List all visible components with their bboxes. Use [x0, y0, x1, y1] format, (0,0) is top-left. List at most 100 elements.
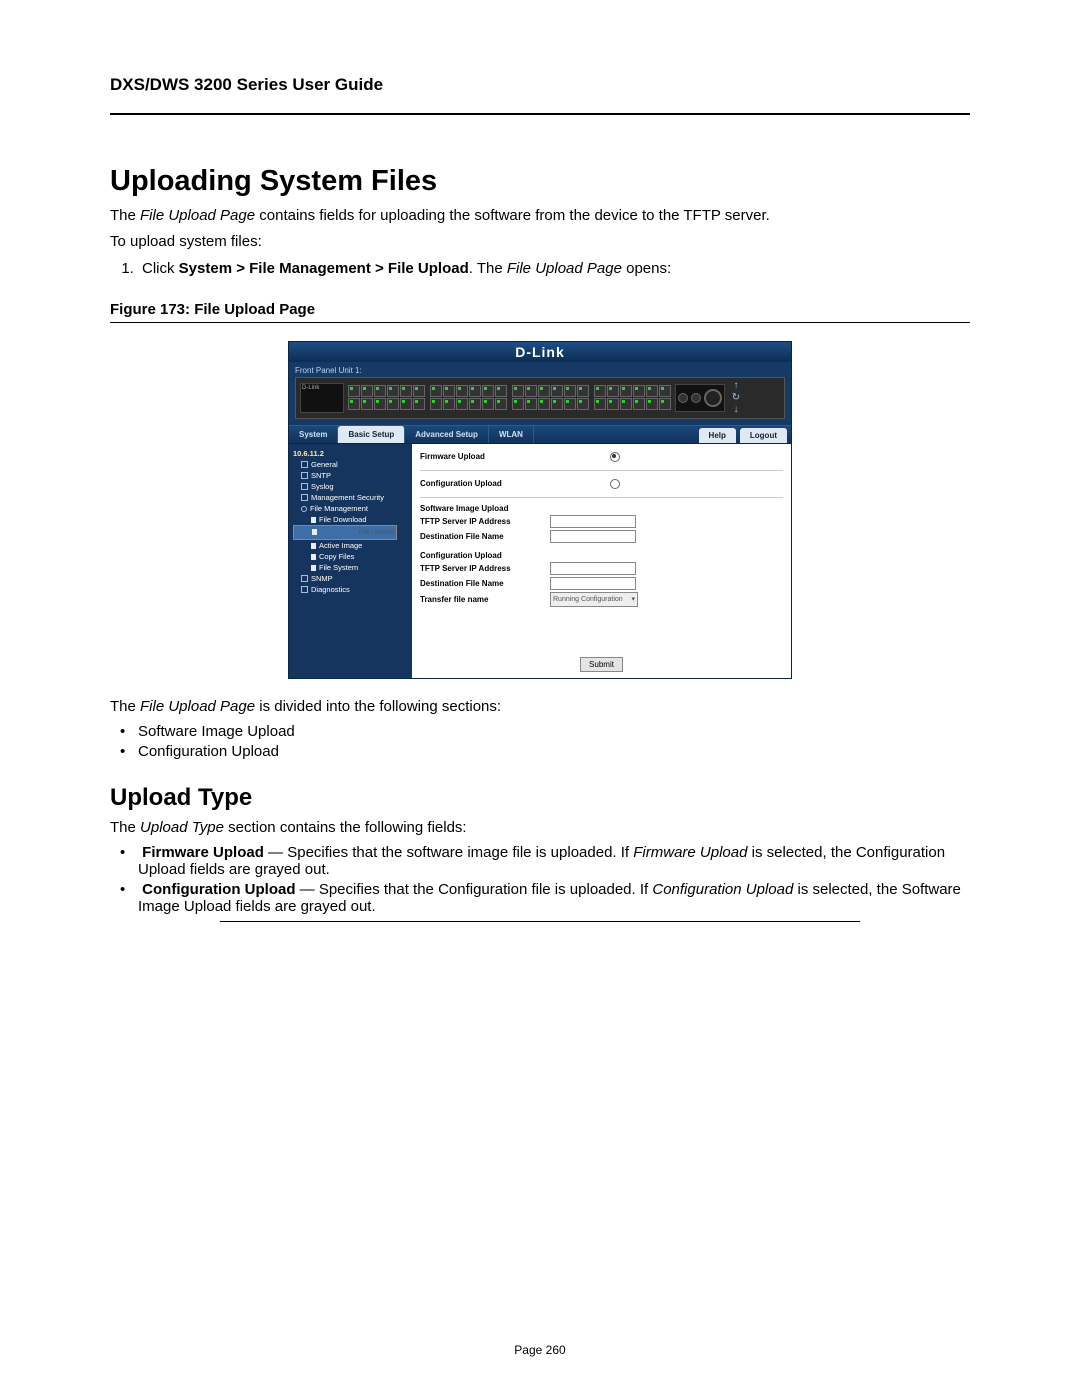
- ethernet-port[interactable]: [456, 385, 468, 397]
- switch-panel: D-Link ↑ ↻ ↓: [295, 377, 785, 419]
- tree-item[interactable]: General: [293, 459, 408, 470]
- ethernet-port[interactable]: [400, 385, 412, 397]
- arrow-down-icon[interactable]: ↓: [734, 405, 739, 415]
- tab-wlan[interactable]: WLAN: [489, 426, 534, 443]
- text: opens:: [622, 260, 671, 277]
- ethernet-port[interactable]: [620, 398, 632, 410]
- ethernet-port[interactable]: [495, 385, 507, 397]
- tab-advanced-setup[interactable]: Advanced Setup: [405, 426, 489, 443]
- ethernet-port[interactable]: [633, 398, 645, 410]
- tree-item[interactable]: Diagnostics: [293, 584, 408, 595]
- ethernet-port[interactable]: [607, 385, 619, 397]
- submit-button[interactable]: Submit: [580, 657, 623, 672]
- ethernet-port[interactable]: [512, 385, 524, 397]
- ethernet-port[interactable]: [430, 385, 442, 397]
- ethernet-port[interactable]: [577, 385, 589, 397]
- tree-item[interactable]: File System: [293, 562, 408, 573]
- refresh-icon[interactable]: ↻: [732, 393, 740, 403]
- ethernet-port[interactable]: [538, 398, 550, 410]
- ethernet-port[interactable]: [413, 398, 425, 410]
- folder-icon: [301, 483, 308, 490]
- ethernet-port[interactable]: [633, 385, 645, 397]
- input-tftp-ip-cfg[interactable]: [550, 562, 636, 575]
- aux-button[interactable]: [691, 393, 701, 403]
- ethernet-port[interactable]: [564, 385, 576, 397]
- ethernet-port[interactable]: [374, 398, 386, 410]
- text-emph: Configuration Upload: [652, 881, 793, 898]
- panel-arrows[interactable]: ↑ ↻ ↓: [729, 381, 743, 415]
- aux-button[interactable]: [678, 393, 688, 403]
- tree-root-ip[interactable]: 10.6.11.2: [293, 448, 408, 459]
- tree-item[interactable]: SNMP: [293, 573, 408, 584]
- radio-firmware-upload[interactable]: [610, 452, 620, 462]
- input-destfile-sw[interactable]: [550, 530, 636, 543]
- ethernet-port[interactable]: [430, 398, 442, 410]
- ethernet-port[interactable]: [348, 398, 360, 410]
- ethernet-port[interactable]: [469, 385, 481, 397]
- ethernet-port[interactable]: [551, 398, 563, 410]
- ethernet-port[interactable]: [620, 385, 632, 397]
- ethernet-port[interactable]: [482, 385, 494, 397]
- ethernet-port[interactable]: [400, 398, 412, 410]
- ethernet-port[interactable]: [577, 398, 589, 410]
- ethernet-port[interactable]: [495, 398, 507, 410]
- ethernet-port[interactable]: [512, 398, 524, 410]
- field-name-bold: Firmware Upload: [142, 844, 264, 861]
- tab-system[interactable]: System: [289, 426, 338, 443]
- ethernet-port[interactable]: [594, 385, 606, 397]
- input-destfile-cfg[interactable]: [550, 577, 636, 590]
- ethernet-port[interactable]: [564, 398, 576, 410]
- tree-item[interactable]: File Upload: [293, 525, 397, 540]
- ethernet-port[interactable]: [387, 398, 399, 410]
- arrow-up-icon[interactable]: ↑: [734, 381, 739, 391]
- tree-item[interactable]: File Management: [293, 503, 408, 514]
- ethernet-port[interactable]: [443, 385, 455, 397]
- nav-path-bold: System > File Management > File Upload: [179, 260, 469, 277]
- list-item: Firmware Upload — Specifies that the sof…: [138, 844, 970, 878]
- select-transfer-file[interactable]: Running Configuration ▾: [550, 592, 638, 607]
- ethernet-port[interactable]: [607, 398, 619, 410]
- section-header-sw: Software Image Upload: [420, 504, 783, 513]
- tree-item[interactable]: SNTP: [293, 470, 408, 481]
- folder-icon: [301, 461, 308, 468]
- radio-configuration-upload[interactable]: [610, 479, 620, 489]
- label-transfer-file: Transfer file name: [420, 595, 550, 604]
- tree-item[interactable]: Management Security: [293, 492, 408, 503]
- help-button[interactable]: Help: [699, 428, 736, 443]
- tree-item[interactable]: Active Image: [293, 540, 408, 551]
- ethernet-port[interactable]: [374, 385, 386, 397]
- guide-header: DXS/DWS 3200 Series User Guide: [110, 75, 970, 95]
- input-tftp-ip-sw[interactable]: [550, 515, 636, 528]
- tree-item[interactable]: File Download: [293, 514, 408, 525]
- ethernet-port[interactable]: [469, 398, 481, 410]
- logout-button[interactable]: Logout: [740, 428, 787, 443]
- ethernet-port[interactable]: [551, 385, 563, 397]
- front-panel-label: Front Panel Unit 1:: [289, 362, 791, 377]
- ethernet-port[interactable]: [361, 385, 373, 397]
- folder-icon: [301, 586, 308, 593]
- ethernet-port[interactable]: [659, 398, 671, 410]
- tab-basic-setup[interactable]: Basic Setup: [338, 426, 405, 443]
- ethernet-port[interactable]: [413, 385, 425, 397]
- ethernet-port[interactable]: [387, 385, 399, 397]
- ethernet-port[interactable]: [525, 385, 537, 397]
- file-icon: [311, 543, 316, 549]
- ethernet-port[interactable]: [525, 398, 537, 410]
- tree-item[interactable]: Copy Files: [293, 551, 408, 562]
- ethernet-port[interactable]: [456, 398, 468, 410]
- page-number: Page 260: [514, 1343, 565, 1357]
- after-figure-paragraph: The File Upload Page is divided into the…: [110, 697, 970, 717]
- tree-item[interactable]: Syslog: [293, 481, 408, 492]
- label-destfile-sw: Destination File Name: [420, 532, 550, 541]
- ethernet-port[interactable]: [646, 385, 658, 397]
- ethernet-port[interactable]: [594, 398, 606, 410]
- ethernet-port[interactable]: [482, 398, 494, 410]
- text: Specifies that the software image file i…: [287, 844, 633, 861]
- ethernet-port[interactable]: [361, 398, 373, 410]
- ethernet-port[interactable]: [348, 385, 360, 397]
- ethernet-port[interactable]: [443, 398, 455, 410]
- ethernet-port[interactable]: [538, 385, 550, 397]
- text: The: [110, 819, 140, 836]
- ethernet-port[interactable]: [659, 385, 671, 397]
- ethernet-port[interactable]: [646, 398, 658, 410]
